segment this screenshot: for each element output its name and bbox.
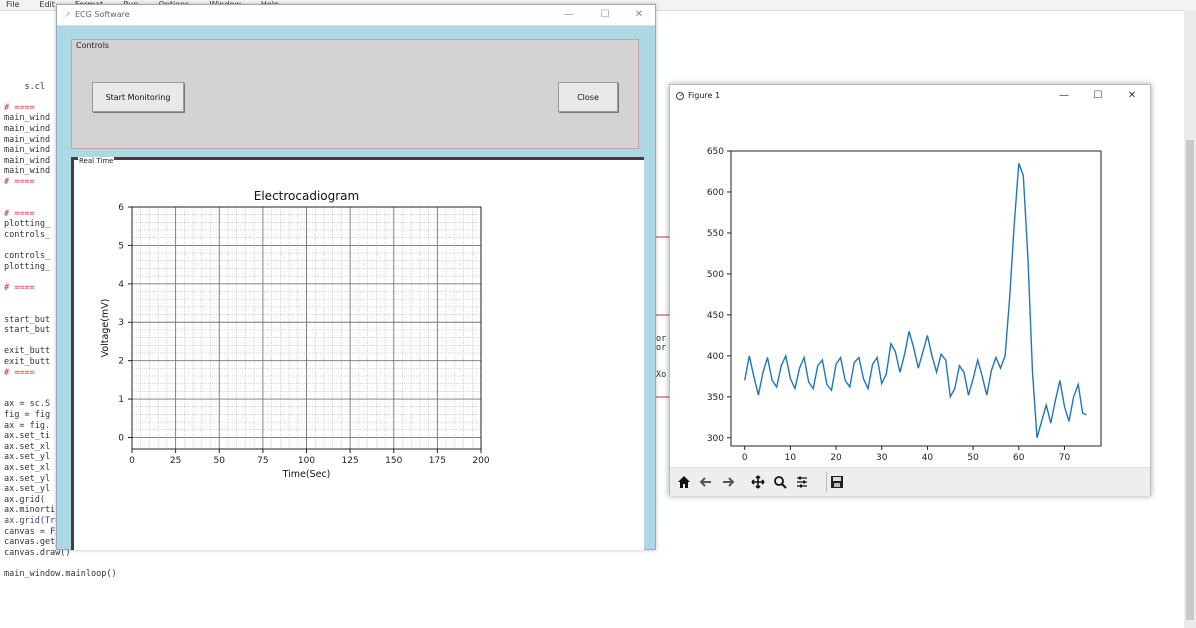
y-tick-label: 450 [707,311,724,321]
x-tick-label: 40 [922,453,934,463]
x-axis-label: Time(Sec) [282,469,331,480]
back-arrow-icon[interactable] [696,472,716,492]
figure-plot-area [730,150,1102,447]
matplotlib-icon [676,92,684,100]
close-icon[interactable]: ✕ [629,8,649,22]
code-divider [655,396,669,398]
x-tick-label: 100 [298,456,315,466]
window-title: ECG Software [75,10,130,19]
y-tick-label: 2 [118,357,124,367]
start-monitoring-button[interactable]: Start Monitoring [92,82,184,112]
x-tick-label: 175 [429,456,446,466]
x-tick-label: 30 [876,453,888,463]
y-tick-label: 650 [707,147,724,157]
x-tick-label: 0 [129,456,135,466]
x-tick-label: 50 [967,453,979,463]
figure-chart[interactable]: 0 10 20 30 40 50 60 70 300 350 400 450 500 550 600 650 [670,107,1150,467]
figure-titlebar[interactable]: Figure 1 — ☐ ✕ [670,85,1150,107]
y-tick-label: 550 [707,229,724,239]
ecg-window[interactable]: ECG Software — ☐ ✕ Controls Start Monito… [56,4,656,550]
y-tick-label: 300 [707,434,724,444]
y-axis-label: Voltage(mV) [100,299,111,358]
x-tick-label: 0 [742,453,748,463]
subplots-icon[interactable] [792,472,812,492]
close-button[interactable]: Close [558,82,618,112]
figure-window[interactable]: Figure 1 — ☐ ✕ 0 10 20 30 40 50 60 70 300 350 400 4… [669,84,1151,496]
x-tick-label: 50 [214,456,226,466]
x-tick-label: 10 [785,453,797,463]
x-tick-label: 70 [1059,453,1071,463]
scrollbar-thumb[interactable] [1186,140,1194,620]
figure-title: Figure 1 [688,91,721,100]
y-tick-label: 0 [118,433,124,443]
zoom-icon[interactable] [770,472,790,492]
y-tick-label: 5 [118,241,124,251]
y-tick-label: 500 [707,270,724,280]
maximize-icon[interactable]: ☐ [595,8,615,22]
controls-label: Controls [76,41,110,50]
code-divider [655,314,669,316]
y-tick-label: 6 [118,203,124,213]
controls-frame: Controls Start Monitoring Close [71,39,639,149]
close-icon[interactable]: ✕ [1122,89,1142,103]
y-tick-label: 3 [118,318,124,328]
code-line: main_window.mainloop() [4,568,117,579]
editor-scrollbar[interactable] [1184,10,1196,628]
plotting-frame: Real Time 0 25 50 75 100 125 150 175 200 0 1 2 3 4 5 6 E… [71,157,644,550]
y-tick-label: 350 [707,393,724,403]
ecg-titlebar[interactable]: ECG Software — ☐ ✕ [57,5,655,26]
ecg-chart[interactable]: 0 25 50 75 100 125 150 175 200 0 1 2 3 4 5 6 Electrocadi… [74,160,641,547]
menu-item-edit[interactable]: Edit [39,0,55,9]
minimize-icon[interactable]: — [559,8,579,22]
x-tick-label: 125 [342,456,359,466]
x-tick-label: 20 [830,453,842,463]
x-tick-label: 60 [1013,453,1025,463]
code-fragment: or [656,343,667,353]
forward-arrow-icon[interactable] [718,472,738,492]
chart-title: Electrocadiogram [254,189,359,203]
code-divider [655,236,669,238]
y-tick-label: 600 [707,188,724,198]
home-icon[interactable] [674,472,694,492]
pan-icon[interactable] [748,472,768,492]
save-icon[interactable] [826,472,847,492]
x-tick-label: 25 [170,456,181,466]
y-tick-label: 1 [118,395,124,405]
x-tick-label: 200 [472,456,489,466]
code-fragment: Xo [656,370,667,380]
x-tick-label: 150 [385,456,402,466]
menu-item-file[interactable]: File [6,0,19,9]
y-tick-label: 400 [707,352,724,362]
minimize-icon[interactable]: — [1054,89,1074,103]
figure-toolbar [670,467,1150,496]
x-tick-label: 75 [257,456,268,466]
y-tick-label: 4 [118,280,124,290]
maximize-icon[interactable]: ☐ [1088,89,1108,103]
feather-icon [64,12,70,18]
